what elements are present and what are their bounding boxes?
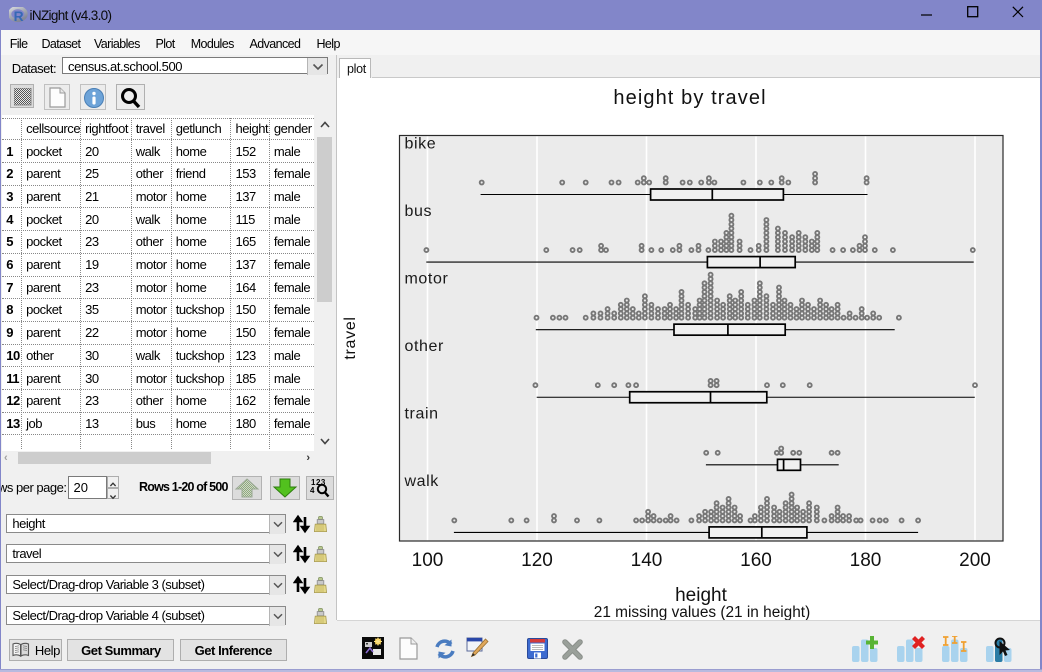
svg-text:bike: bike (405, 135, 437, 152)
svg-text:height: height (675, 585, 727, 606)
svg-text:100: 100 (412, 550, 444, 571)
svg-text:160: 160 (740, 550, 772, 571)
svg-text:bus: bus (405, 203, 433, 220)
svg-text:other: other (405, 338, 445, 355)
svg-text:180: 180 (850, 550, 882, 571)
svg-text:R: R (14, 9, 24, 23)
svg-text:200: 200 (959, 550, 991, 571)
svg-text:motor: motor (405, 270, 449, 287)
svg-text:walk: walk (404, 473, 440, 490)
svg-text:120: 120 (521, 550, 553, 571)
svg-text:height by travel: height by travel (613, 87, 766, 109)
svg-text:21 missing values (21 in heigh: 21 missing values (21 in height) (594, 604, 810, 621)
svg-text:travel: travel (342, 316, 359, 359)
svg-text:train: train (405, 406, 439, 423)
svg-text:140: 140 (631, 550, 663, 571)
